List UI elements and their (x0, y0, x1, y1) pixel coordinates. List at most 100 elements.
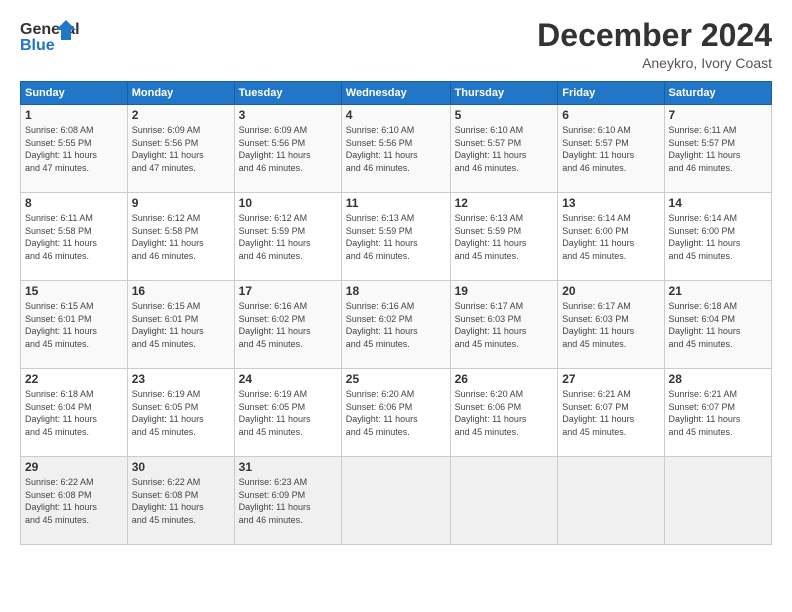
col-saturday: Saturday (664, 82, 771, 105)
day-info: Sunrise: 6:20 AM Sunset: 6:06 PM Dayligh… (455, 388, 554, 438)
day-number: 22 (25, 372, 123, 386)
day-number: 6 (562, 108, 659, 122)
table-row: 18 Sunrise: 6:16 AM Sunset: 6:02 PM Dayli… (341, 281, 450, 369)
table-row: 1 Sunrise: 6:08 AM Sunset: 5:55 PM Daylig… (21, 105, 128, 193)
logo: GeneralBlue General Blue (20, 18, 80, 54)
day-info: Sunrise: 6:22 AM Sunset: 6:08 PM Dayligh… (132, 476, 230, 526)
day-number: 24 (239, 372, 337, 386)
day-number: 27 (562, 372, 659, 386)
day-number: 8 (25, 196, 123, 210)
col-monday: Monday (127, 82, 234, 105)
calendar-header-row: Sunday Monday Tuesday Wednesday Thursday… (21, 82, 772, 105)
day-number: 23 (132, 372, 230, 386)
day-info: Sunrise: 6:19 AM Sunset: 6:05 PM Dayligh… (132, 388, 230, 438)
calendar-week-row: 8 Sunrise: 6:11 AM Sunset: 5:58 PM Daylig… (21, 193, 772, 281)
day-info: Sunrise: 6:14 AM Sunset: 6:00 PM Dayligh… (562, 212, 659, 262)
day-info: Sunrise: 6:10 AM Sunset: 5:56 PM Dayligh… (346, 124, 446, 174)
day-number: 5 (455, 108, 554, 122)
day-number: 31 (239, 460, 337, 474)
day-info: Sunrise: 6:13 AM Sunset: 5:59 PM Dayligh… (346, 212, 446, 262)
day-number: 20 (562, 284, 659, 298)
calendar-week-row: 22 Sunrise: 6:18 AM Sunset: 6:04 PM Dayli… (21, 369, 772, 457)
day-info: Sunrise: 6:15 AM Sunset: 6:01 PM Dayligh… (132, 300, 230, 350)
table-row: 2Sunrise: 6:09 AM Sunset: 5:56 PM Daylig… (127, 105, 234, 193)
day-number: 18 (346, 284, 446, 298)
calendar-week-row: 29 Sunrise: 6:22 AM Sunset: 6:08 PM Dayli… (21, 457, 772, 545)
day-number: 12 (455, 196, 554, 210)
logo-icon: GeneralBlue (20, 18, 80, 54)
day-number: 14 (669, 196, 767, 210)
day-info: Sunrise: 6:08 AM Sunset: 5:55 PM Dayligh… (25, 124, 123, 174)
table-row: 13 Sunrise: 6:14 AM Sunset: 6:00 PM Dayli… (558, 193, 664, 281)
day-info: Sunrise: 6:11 AM Sunset: 5:58 PM Dayligh… (25, 212, 123, 262)
day-info: Sunrise: 6:15 AM Sunset: 6:01 PM Dayligh… (25, 300, 123, 350)
day-number: 4 (346, 108, 446, 122)
page: GeneralBlue General Blue December 2024 A… (0, 0, 792, 612)
table-row: 24 Sunrise: 6:19 AM Sunset: 6:05 PM Dayli… (234, 369, 341, 457)
day-number: 15 (25, 284, 123, 298)
table-row: 17Sunrise: 6:16 AM Sunset: 6:02 PM Dayli… (234, 281, 341, 369)
table-row: 23 Sunrise: 6:19 AM Sunset: 6:05 PM Dayli… (127, 369, 234, 457)
day-info: Sunrise: 6:16 AM Sunset: 6:02 PM Dayligh… (239, 300, 337, 350)
table-row (664, 457, 771, 545)
calendar-week-row: 1 Sunrise: 6:08 AM Sunset: 5:55 PM Daylig… (21, 105, 772, 193)
day-info: Sunrise: 6:11 AM Sunset: 5:57 PM Dayligh… (669, 124, 767, 174)
day-info: Sunrise: 6:18 AM Sunset: 6:04 PM Dayligh… (669, 300, 767, 350)
svg-text:Blue: Blue (20, 37, 55, 54)
table-row: 26Sunrise: 6:20 AM Sunset: 6:06 PM Dayli… (450, 369, 558, 457)
day-number: 9 (132, 196, 230, 210)
table-row: 10 Sunrise: 6:12 AM Sunset: 5:59 PM Dayli… (234, 193, 341, 281)
day-number: 11 (346, 196, 446, 210)
table-row: 4 Sunrise: 6:10 AM Sunset: 5:56 PM Daylig… (341, 105, 450, 193)
table-row (450, 457, 558, 545)
table-row: 14 Sunrise: 6:14 AM Sunset: 6:00 PM Dayli… (664, 193, 771, 281)
day-number: 19 (455, 284, 554, 298)
table-row: 30Sunrise: 6:22 AM Sunset: 6:08 PM Dayli… (127, 457, 234, 545)
table-row: 31 Sunrise: 6:23 AM Sunset: 6:09 PM Dayli… (234, 457, 341, 545)
table-row: 5Sunrise: 6:10 AM Sunset: 5:57 PM Daylig… (450, 105, 558, 193)
day-number: 2 (132, 108, 230, 122)
table-row (341, 457, 450, 545)
day-info: Sunrise: 6:22 AM Sunset: 6:08 PM Dayligh… (25, 476, 123, 526)
col-thursday: Thursday (450, 82, 558, 105)
calendar-table: Sunday Monday Tuesday Wednesday Thursday… (20, 81, 772, 545)
day-info: Sunrise: 6:12 AM Sunset: 5:59 PM Dayligh… (239, 212, 337, 262)
day-number: 16 (132, 284, 230, 298)
table-row (558, 457, 664, 545)
day-info: Sunrise: 6:12 AM Sunset: 5:58 PM Dayligh… (132, 212, 230, 262)
day-info: Sunrise: 6:21 AM Sunset: 6:07 PM Dayligh… (669, 388, 767, 438)
table-row: 21Sunrise: 6:18 AM Sunset: 6:04 PM Dayli… (664, 281, 771, 369)
col-friday: Friday (558, 82, 664, 105)
day-info: Sunrise: 6:16 AM Sunset: 6:02 PM Dayligh… (346, 300, 446, 350)
day-info: Sunrise: 6:20 AM Sunset: 6:06 PM Dayligh… (346, 388, 446, 438)
table-row: 7Sunrise: 6:11 AM Sunset: 5:57 PM Daylig… (664, 105, 771, 193)
day-info: Sunrise: 6:10 AM Sunset: 5:57 PM Dayligh… (562, 124, 659, 174)
table-row: 9 Sunrise: 6:12 AM Sunset: 5:58 PM Daylig… (127, 193, 234, 281)
table-row: 19Sunrise: 6:17 AM Sunset: 6:03 PM Dayli… (450, 281, 558, 369)
month-title: December 2024 (537, 18, 772, 53)
day-info: Sunrise: 6:18 AM Sunset: 6:04 PM Dayligh… (25, 388, 123, 438)
table-row: 11 Sunrise: 6:13 AM Sunset: 5:59 PM Dayli… (341, 193, 450, 281)
table-row: 29 Sunrise: 6:22 AM Sunset: 6:08 PM Dayli… (21, 457, 128, 545)
day-info: Sunrise: 6:19 AM Sunset: 6:05 PM Dayligh… (239, 388, 337, 438)
day-info: Sunrise: 6:17 AM Sunset: 6:03 PM Dayligh… (562, 300, 659, 350)
location-subtitle: Aneykro, Ivory Coast (537, 55, 772, 71)
col-wednesday: Wednesday (341, 82, 450, 105)
table-row: 20 Sunrise: 6:17 AM Sunset: 6:03 PM Dayli… (558, 281, 664, 369)
table-row: 22 Sunrise: 6:18 AM Sunset: 6:04 PM Dayli… (21, 369, 128, 457)
col-sunday: Sunday (21, 82, 128, 105)
title-block: December 2024 Aneykro, Ivory Coast (537, 18, 772, 71)
table-row: 6 Sunrise: 6:10 AM Sunset: 5:57 PM Daylig… (558, 105, 664, 193)
day-number: 13 (562, 196, 659, 210)
day-number: 29 (25, 460, 123, 474)
header: GeneralBlue General Blue December 2024 A… (20, 18, 772, 71)
day-number: 10 (239, 196, 337, 210)
table-row: 28 Sunrise: 6:21 AM Sunset: 6:07 PM Dayli… (664, 369, 771, 457)
day-info: Sunrise: 6:14 AM Sunset: 6:00 PM Dayligh… (669, 212, 767, 262)
day-info: Sunrise: 6:13 AM Sunset: 5:59 PM Dayligh… (455, 212, 554, 262)
day-info: Sunrise: 6:21 AM Sunset: 6:07 PM Dayligh… (562, 388, 659, 438)
day-number: 1 (25, 108, 123, 122)
day-number: 28 (669, 372, 767, 386)
table-row: 25Sunrise: 6:20 AM Sunset: 6:06 PM Dayli… (341, 369, 450, 457)
day-info: Sunrise: 6:23 AM Sunset: 6:09 PM Dayligh… (239, 476, 337, 526)
